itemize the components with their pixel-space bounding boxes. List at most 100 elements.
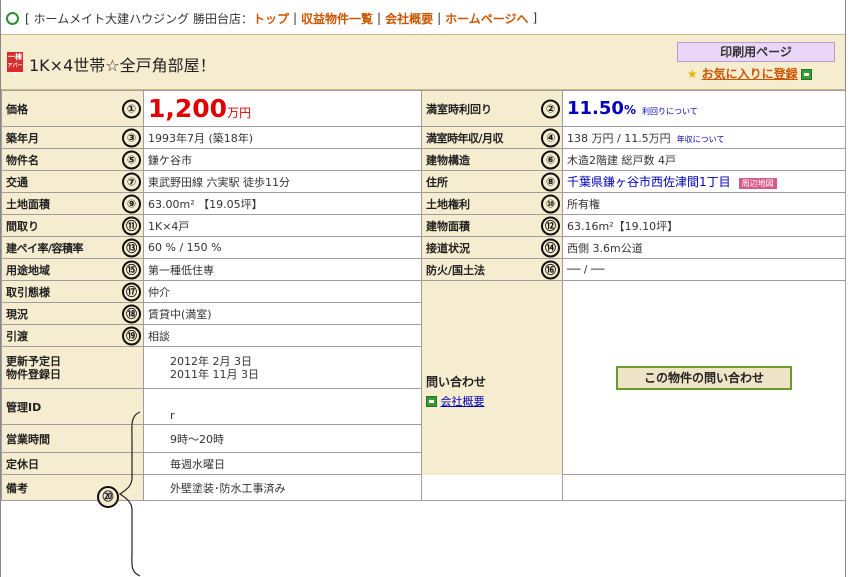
label-full-yield: 満室時利回り ②: [421, 90, 563, 127]
apartment-badge-icon: 一棟 アパート: [7, 52, 23, 78]
value-zoning: 第一種低住専: [143, 258, 422, 281]
number-badge: ⑨: [122, 194, 141, 213]
table-row: 価格 ① 1,200万円 満室時利回り ② 11.50% 利回りについて: [1, 90, 846, 127]
table-row: 間取り ⑪ 1K×4戸 建物面積 ⑫ 63.16m²【19.10坪】: [1, 214, 846, 237]
number-badge: ⑮: [122, 260, 141, 279]
value-land-area: 63.00m² 【19.05坪】: [143, 192, 422, 215]
label-built: 築年月 ③: [1, 126, 144, 149]
top-navigation: [ ホームメイト大建ハウジング 勝田台店： トップ | 収益物件一覧 | 会社概…: [6, 8, 537, 28]
label-land-rights: 土地権利 ⑩: [421, 192, 563, 215]
value-structure: 木造2階建 総戸数 4戸: [562, 148, 846, 171]
value-price: 1,200万円: [143, 90, 422, 127]
number-badge: ⑪: [122, 216, 141, 235]
number-badge: ⑦: [122, 172, 141, 191]
company-profile-link[interactable]: 会社概要: [441, 395, 485, 408]
number-badge: ⑰: [122, 282, 141, 301]
number-badge: ③: [122, 128, 141, 147]
table-row: 築年月 ③ 1993年7月 (築18年) 満室時年収/月収 ④ 138 万円 / 1…: [1, 126, 846, 149]
number-badge: ④: [541, 128, 560, 147]
number-badge: ⑱: [122, 304, 141, 323]
value-hours: 9時〜20時: [143, 424, 422, 453]
number-badge: ⑲: [122, 326, 141, 345]
nav-separator: |: [377, 11, 382, 25]
label-price: 価格 ①: [1, 90, 144, 127]
number-badge: ⑫: [541, 216, 560, 235]
number-badge: ⑤: [122, 150, 141, 169]
label-income: 満室時年収/月収 ④: [421, 126, 563, 149]
badge-line1: 一棟: [8, 53, 22, 61]
number-badge: ⑯: [541, 260, 560, 279]
label-structure: 建物構造 ⑥: [421, 148, 563, 171]
favorite-area: ★ お気に入りに登録: [687, 65, 813, 82]
label-fire-law: 防火/国土法 ⑯: [421, 258, 563, 281]
table-row: 交通 ⑦ 東武野田線 六実駅 徒歩11分 住所 ⑧ 千葉県鎌ヶ谷市西佐津間1丁目 周辺…: [1, 170, 846, 193]
label-zoning: 用途地域 ⑮: [1, 258, 144, 281]
label-dates: 更新予定日 物件登録日: [1, 346, 144, 389]
value-road: 西側 3.6m公道: [562, 236, 846, 259]
value-holiday: 毎週水曜日: [143, 452, 422, 475]
label-building-area: 建物面積 ⑫: [421, 214, 563, 237]
nav-suffix: ]: [532, 11, 538, 25]
inquiry-link-row: 会社概要: [426, 393, 558, 409]
number-badge: ⑭: [541, 238, 560, 257]
income-info-link[interactable]: 年収について: [677, 135, 725, 144]
label-land-area: 土地面積 ⑨: [1, 192, 144, 215]
table-row: 土地面積 ⑨ 63.00m² 【19.05坪】 土地権利 ⑩ 所有権: [1, 192, 846, 215]
value-income: 138 万円 / 11.5万円 年収について: [562, 126, 846, 149]
nav-separator: |: [292, 11, 298, 25]
inquiry-button-cell: この物件の問い合わせ: [562, 280, 846, 475]
circle-icon: [6, 11, 19, 25]
inquiry-title: 問い合わせ: [426, 374, 487, 389]
number-badge-20: ⑳: [97, 486, 119, 508]
yield-info-link[interactable]: 利回りについて: [642, 107, 698, 116]
label-access: 交通 ⑦: [1, 170, 144, 193]
label-handover: 引渡 ⑲: [1, 324, 144, 347]
value-fire-law: ── / ──: [562, 258, 846, 281]
nav-prefix: [ ホームメイト大建ハウジング 勝田台店：: [25, 11, 253, 26]
value-dates: 2012年 2月 3日 2011年 11月 3日: [143, 346, 422, 389]
number-badge: ②: [541, 99, 560, 118]
label-transaction: 取引態様 ⑰: [1, 280, 144, 303]
table-row: 用途地域 ⑮ 第一種低住専 防火/国土法 ⑯ ── / ──: [1, 258, 846, 281]
number-badge: ⑥: [541, 150, 560, 169]
property-title: 1K×4世帯☆全戸角部屋！: [29, 56, 216, 75]
arrow-box-icon: [801, 69, 813, 80]
value-remarks: 外壁塗装･防水工事済み: [143, 474, 846, 501]
value-land-rights: 所有権: [562, 192, 846, 215]
nav-link-listings[interactable]: 収益物件一覧: [301, 10, 373, 27]
value-manager: r: [143, 388, 422, 425]
table-row: 取引態様 ⑰ 仲介 問い合わせ 会社概要 この物件の問い合わせ: [1, 280, 846, 501]
nav-separator: |: [437, 11, 442, 25]
label-address: 住所 ⑧: [421, 170, 563, 193]
number-badge: ⑧: [541, 172, 560, 191]
value-building-area: 63.16m²【19.10坪】: [562, 214, 846, 237]
inquiry-section: 問い合わせ 会社概要: [421, 280, 563, 501]
value-name: 鎌ケ谷市: [143, 148, 422, 171]
nav-link-homepage[interactable]: ホームページへ: [445, 10, 528, 27]
bracket-icon: [118, 411, 141, 577]
nav-link-company[interactable]: 会社概要: [385, 10, 433, 27]
label-status: 現況 ⑱: [1, 302, 144, 325]
badge-line2: アパート: [7, 63, 23, 78]
number-badge: ⑬: [122, 238, 141, 257]
table-row: 物件名 ⑤ 鎌ケ谷市 建物構造 ⑥ 木造2階建 総戸数 4戸: [1, 148, 846, 171]
inquiry-button[interactable]: この物件の問い合わせ: [616, 365, 792, 390]
value-transaction: 仲介: [143, 280, 422, 303]
value-built: 1993年7月 (築18年): [143, 126, 422, 149]
property-title-bar: 一棟 アパート 1K×4世帯☆全戸角部屋！ 印刷用ページ ★ お気に入りに登録: [1, 34, 845, 90]
print-page-button[interactable]: 印刷用ページ: [677, 42, 835, 62]
arrow-box-icon: [426, 396, 437, 407]
value-coverage: 60 % / 150 %: [143, 236, 422, 259]
label-coverage: 建ペイ率/容積率 ⑬: [1, 236, 144, 259]
map-button[interactable]: 周辺地図: [738, 177, 777, 189]
label-layout: 間取り ⑪: [1, 214, 144, 237]
label-road: 接道状況 ⑭: [421, 236, 563, 259]
value-access: 東武野田線 六実駅 徒歩11分: [143, 170, 422, 193]
add-favorite-link[interactable]: お気に入りに登録: [702, 67, 798, 81]
number-badge: ⑩: [541, 194, 560, 213]
number-badge: ①: [122, 99, 141, 118]
label-name: 物件名 ⑤: [1, 148, 144, 171]
value-full-yield: 11.50% 利回りについて: [562, 90, 846, 127]
value-address: 千葉県鎌ヶ谷市西佐津間1丁目 周辺地図: [562, 170, 846, 193]
nav-link-top[interactable]: トップ: [253, 10, 289, 27]
